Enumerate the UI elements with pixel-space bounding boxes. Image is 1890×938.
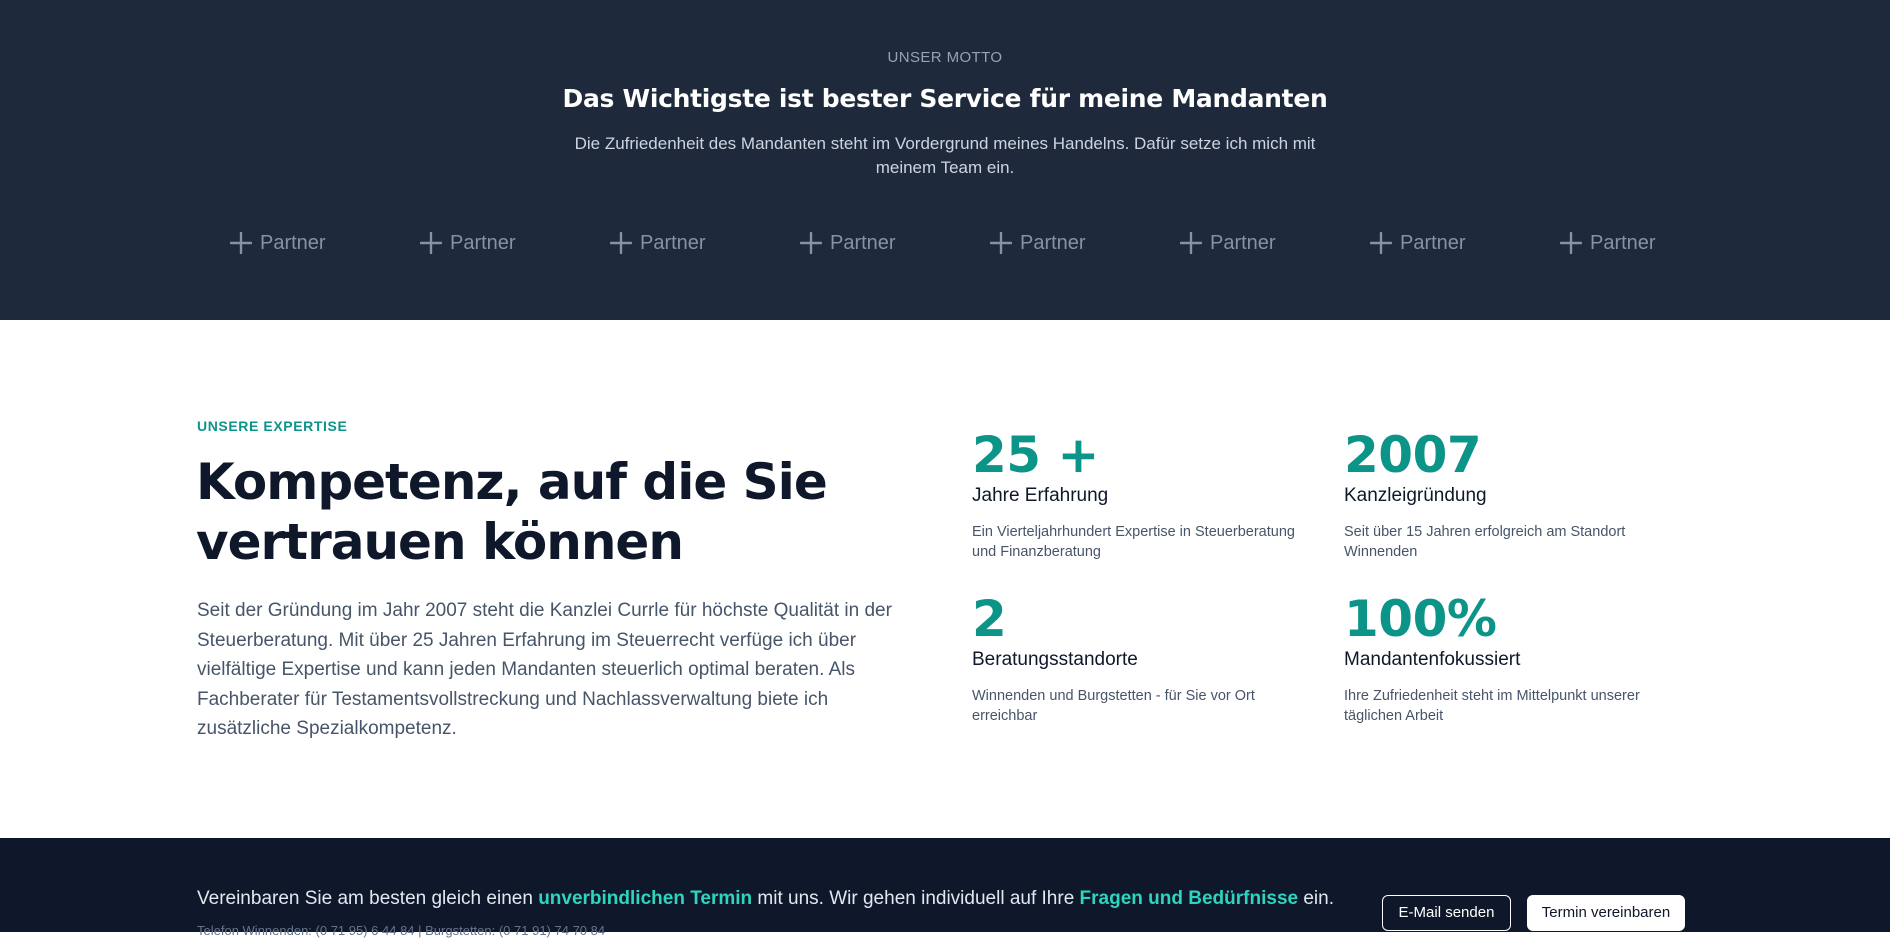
cta-text: Vereinbaren Sie am besten gleich einen u… bbox=[197, 888, 1334, 910]
partner-logo: Partner bbox=[1180, 228, 1370, 258]
stat-label: Kanzleigründung bbox=[1344, 485, 1487, 506]
partner-label: Partner bbox=[450, 231, 516, 254]
cta-phone-line: Telefon Winnenden: (0 71 95) 6 44 84 | B… bbox=[197, 923, 606, 938]
cta-highlight-needs: Fragen und Bedürfnisse bbox=[1079, 888, 1299, 909]
partner-logo: Partner bbox=[800, 228, 990, 258]
stat-description: Winnenden und Burgstetten - für Sie vor … bbox=[972, 688, 1255, 724]
plus-icon bbox=[1370, 232, 1392, 254]
stat-label: Beratungsstandorte bbox=[972, 649, 1138, 670]
stat-value: 100% bbox=[1344, 590, 1497, 648]
partner-label: Partner bbox=[1400, 231, 1466, 254]
partner-label: Partner bbox=[830, 231, 896, 254]
partner-logo: Partner bbox=[1560, 228, 1750, 258]
stat-label: Jahre Erfahrung bbox=[972, 485, 1109, 506]
cta-text-middle: mit uns. Wir gehen individuell auf Ihre bbox=[752, 888, 1080, 909]
motto-title: Das Wichtigste ist bester Service für me… bbox=[562, 84, 1328, 113]
partner-logo: Partner bbox=[420, 228, 610, 258]
partner-logo-strip: Partner Partner Partner Partner Partner … bbox=[230, 228, 1750, 258]
plus-icon bbox=[1180, 232, 1202, 254]
motto-section: UNSER MOTTO Das Wichtigste ist bester Se… bbox=[0, 0, 1890, 320]
expertise-title: Kompetenz, auf die Sie vertrauen können bbox=[196, 453, 828, 571]
partner-logo: Partner bbox=[230, 228, 420, 258]
motto-eyebrow: UNSER MOTTO bbox=[887, 49, 1003, 66]
stat-client-focus: 100% Mandantenfokussiert Ihre Zufriedenh… bbox=[1344, 590, 1689, 726]
plus-icon bbox=[420, 232, 442, 254]
motto-subtitle: Die Zufriedenheit des Mandanten steht im… bbox=[574, 134, 1316, 177]
book-appointment-button[interactable]: Termin vereinbaren bbox=[1527, 895, 1685, 931]
stat-value: 2 bbox=[972, 590, 1007, 648]
plus-icon bbox=[990, 232, 1012, 254]
stat-description: Seit über 15 Jahren erfolgreich am Stand… bbox=[1344, 524, 1626, 560]
stat-value: 2007 bbox=[1344, 426, 1482, 484]
expertise-eyebrow: UNSERE EXPERTISE bbox=[197, 418, 348, 434]
stat-locations: 2 Beratungsstandorte Winnenden und Burgs… bbox=[972, 590, 1317, 726]
plus-icon bbox=[610, 232, 632, 254]
partner-label: Partner bbox=[640, 231, 706, 254]
partner-label: Partner bbox=[1590, 231, 1656, 254]
plus-icon bbox=[230, 232, 252, 254]
plus-icon bbox=[800, 232, 822, 254]
cta-highlight-appointment: unverbindlichen Termin bbox=[538, 888, 753, 909]
partner-label: Partner bbox=[1210, 231, 1276, 254]
partner-logo: Partner bbox=[610, 228, 800, 258]
stat-description: Ein Vierteljahrhundert Expertise in Steu… bbox=[972, 524, 1295, 560]
cta-text-after: ein. bbox=[1298, 888, 1334, 909]
partner-logo: Partner bbox=[990, 228, 1180, 258]
stat-experience: 25 + Jahre Erfahrung Ein Vierteljahrhund… bbox=[972, 426, 1317, 562]
cta-banner: Vereinbaren Sie am besten gleich einen u… bbox=[0, 838, 1890, 938]
partner-logo: Partner bbox=[1370, 228, 1560, 258]
stat-founding: 2007 Kanzleigründung Seit über 15 Jahren… bbox=[1344, 426, 1689, 562]
stat-description: Ihre Zufriedenheit steht im Mittelpunkt … bbox=[1344, 688, 1640, 724]
send-email-button[interactable]: E-Mail senden bbox=[1382, 895, 1511, 931]
stat-value: 25 + bbox=[972, 426, 1099, 484]
partner-label: Partner bbox=[1020, 231, 1086, 254]
stat-label: Mandantenfokussiert bbox=[1344, 649, 1521, 670]
expertise-text: Seit der Gründung im Jahr 2007 steht die… bbox=[197, 600, 892, 739]
plus-icon bbox=[1560, 232, 1582, 254]
partner-label: Partner bbox=[260, 231, 326, 254]
cta-text-before: Vereinbaren Sie am besten gleich einen bbox=[197, 888, 539, 909]
